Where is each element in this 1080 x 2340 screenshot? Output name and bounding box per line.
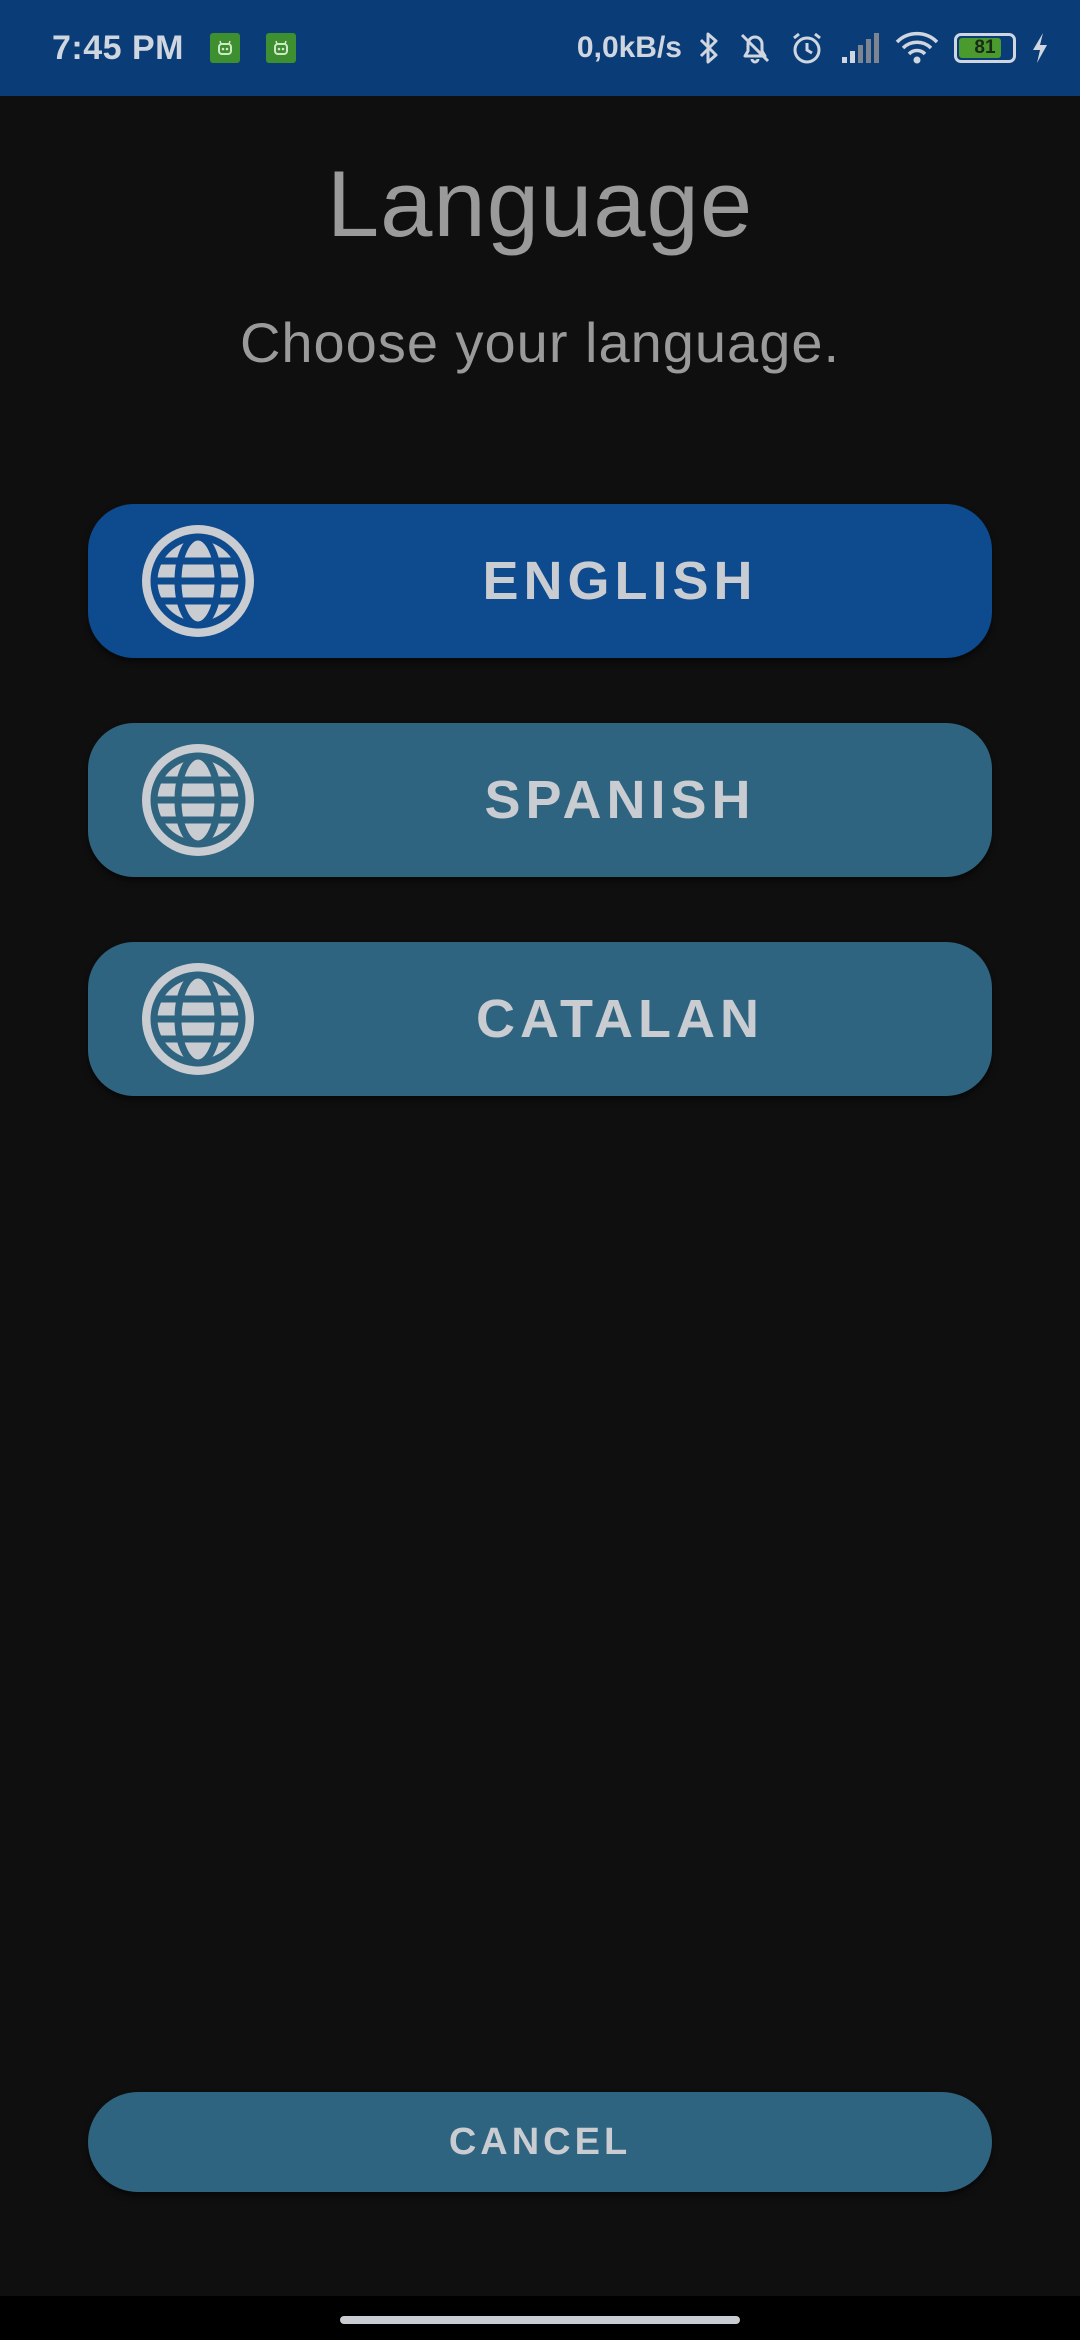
language-button-catalan[interactable]: CATALAN <box>88 942 992 1096</box>
wifi-icon <box>894 30 940 66</box>
status-bar: 7:45 PM 0,0kB/s 81 <box>0 0 1080 96</box>
cancel-button[interactable]: CANCEL <box>88 2092 992 2192</box>
charging-icon <box>1030 31 1050 65</box>
language-label: SPANISH <box>484 770 756 830</box>
bluetooth-icon <box>696 30 722 66</box>
page-subtitle: Choose your language. <box>239 311 841 374</box>
battery-icon: 81 <box>954 33 1016 63</box>
status-left: 7:45 PM <box>52 0 296 96</box>
signal-icon <box>840 31 880 65</box>
status-time: 7:45 PM <box>52 28 184 67</box>
battery-level: 81 <box>974 37 996 58</box>
language-label: ENGLISH <box>482 551 758 611</box>
battery-outline: 81 <box>954 33 1016 63</box>
page-title: Language <box>326 151 754 256</box>
globe-icon <box>142 744 254 856</box>
globe-icon <box>142 963 254 1075</box>
android-app-icon <box>266 33 296 63</box>
language-button-spanish[interactable]: SPANISH <box>88 723 992 877</box>
language-screen: 7:45 PM 0,0kB/s 81 Language Choose your … <box>0 0 1080 2340</box>
alarm-icon <box>788 29 826 67</box>
language-button-english[interactable]: ENGLISH <box>88 504 992 658</box>
status-right: 0,0kB/s 81 <box>577 0 1050 96</box>
home-indicator[interactable] <box>340 2316 740 2324</box>
network-speed: 0,0kB/s <box>576 31 682 64</box>
navigation-bar <box>0 2296 1080 2340</box>
language-label: CATALAN <box>476 989 764 1049</box>
android-app-icon <box>210 33 240 63</box>
bell-muted-icon <box>736 29 774 67</box>
globe-icon <box>142 525 254 637</box>
